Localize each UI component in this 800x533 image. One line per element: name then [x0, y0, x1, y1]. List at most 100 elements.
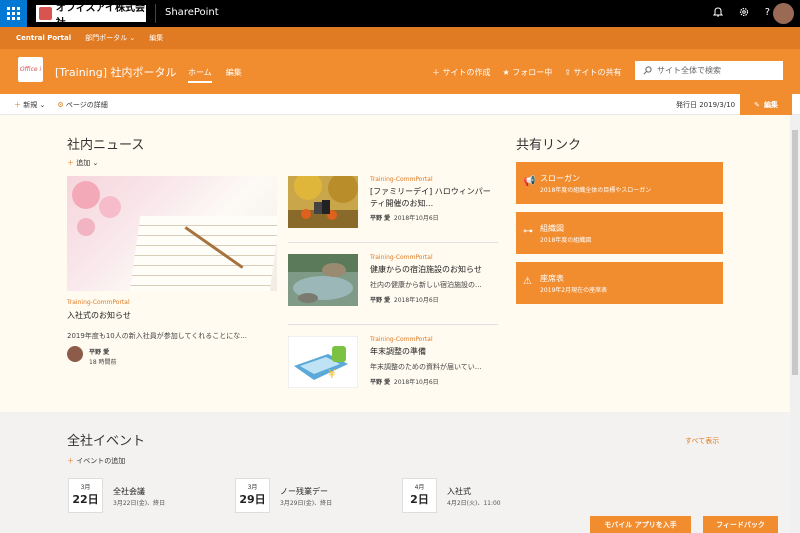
quick-link-subtitle: 2018年度の組織全体の目標やスローガン	[540, 187, 652, 194]
quick-links-heading: 共有リンク	[516, 138, 582, 153]
nav-edit[interactable]: 編集	[226, 67, 242, 83]
star-icon: ★	[502, 68, 510, 77]
news-date: 2018年10月6日	[393, 297, 439, 304]
news-title-line2[interactable]: ティ開催のお知...	[370, 198, 433, 209]
show-all-link[interactable]: すべて表示	[685, 436, 719, 446]
edit-page-button[interactable]: ✎ 編集	[740, 94, 792, 115]
event-day: 29日	[239, 493, 266, 506]
svg-text:¥: ¥	[328, 367, 336, 381]
suite-icons: ?	[712, 7, 770, 20]
hub-item-dept-portal[interactable]: 部門ポータル ⌄	[85, 33, 135, 43]
event-day: 22日	[72, 493, 99, 506]
author-name: 平野 愛	[370, 215, 391, 222]
site-logo[interactable]: Office i	[18, 57, 43, 82]
company-logo[interactable]: オフィスアイ株式会社	[36, 3, 146, 29]
news-date: 2018年10月6日	[393, 215, 439, 222]
command-bar: ＋ 新規 ⌄ ⚙ ページの詳細 発行日 2019/3/10 ✎ 編集	[0, 94, 800, 115]
news-thumb-calculator[interactable]: ¥	[288, 336, 358, 388]
site-nav: ホーム 編集	[188, 67, 242, 83]
add-event-button[interactable]: ＋ イベントの追加	[67, 456, 125, 466]
quick-link-org-chart[interactable]: ⊶ 組織図 2018年度の組織図	[516, 212, 723, 254]
quick-link-title: 組織図	[540, 224, 564, 233]
search-icon	[643, 66, 652, 75]
new-label: 新規	[23, 101, 38, 109]
news-title[interactable]: [ファミリーデイ] ハロウィンパー	[370, 186, 491, 197]
search-placeholder: サイト全体で検索	[657, 66, 721, 75]
event-month: 3月	[247, 484, 258, 491]
plus-icon: ＋	[67, 159, 74, 167]
plus-icon: ＋	[14, 101, 21, 109]
event-month: 4月	[414, 484, 425, 491]
event-date: 4月 2日	[402, 478, 437, 513]
news-title[interactable]: 健康からの宿泊施設のお知らせ	[370, 264, 482, 275]
news-title[interactable]: 年末調整の準備	[370, 346, 426, 357]
site-title[interactable]: [Training] 社内ポータル	[55, 64, 176, 80]
plus-icon: ＋	[67, 457, 74, 465]
hero-news-title[interactable]: 入社式のお知らせ	[67, 310, 131, 321]
company-name: オフィスアイ株式会社	[55, 2, 146, 29]
events-heading: 全社イベント	[67, 434, 146, 449]
share-site-button[interactable]: ⇪ サイトの共有	[564, 67, 621, 78]
user-avatar[interactable]	[773, 3, 794, 24]
gear-icon[interactable]	[739, 7, 749, 20]
page-details-button[interactable]: ⚙ ページの詳細	[57, 100, 107, 110]
quick-link-seating[interactable]: ⚠ 座席表 2019年2月現在の座席表	[516, 262, 723, 304]
published-date: 発行日 2019/3/10	[676, 101, 736, 109]
suite-bar: オフィスアイ株式会社 SharePoint ?	[0, 0, 800, 29]
app-name-link[interactable]: SharePoint	[165, 7, 219, 18]
page-scrollbar[interactable]	[790, 115, 800, 533]
warning-icon: ⚠	[523, 276, 532, 287]
app-launcher-button[interactable]	[0, 0, 27, 27]
hub-title[interactable]: Central Portal	[16, 34, 71, 42]
hero-news-author: 平野 愛	[89, 347, 109, 356]
search-box[interactable]: サイト全体で検索	[635, 61, 783, 80]
site-actions: ＋ サイトの作成 ★ フォロー中 ⇪ サイトの共有	[432, 67, 622, 78]
org-chart-icon: ⊶	[523, 226, 533, 237]
scrollbar-thumb[interactable]	[792, 130, 798, 375]
create-site-label: サイトの作成	[442, 68, 491, 77]
quick-link-slogan[interactable]: 📢 スローガン 2018年度の組織全体の目標やスローガン	[516, 162, 723, 204]
event-title: ノー残業デー	[280, 487, 328, 496]
author-name: 平野 愛	[89, 349, 110, 356]
nav-home[interactable]: ホーム	[188, 67, 212, 83]
hero-news-time: 18 時間前	[89, 359, 117, 366]
blossom-shape	[72, 181, 100, 209]
command-bar-left: ＋ 新規 ⌄ ⚙ ページの詳細	[14, 100, 108, 110]
chevron-down-icon: ⌄	[129, 34, 136, 42]
share-icon: ⇪	[564, 68, 571, 77]
bell-icon[interactable]	[712, 7, 723, 20]
author-name: 平野 愛	[370, 379, 391, 386]
feedback-button[interactable]: フィードバック	[703, 516, 778, 533]
event-date: 3月 29日	[235, 478, 270, 513]
news-thumb-halloween[interactable]	[288, 176, 358, 228]
chevron-down-icon: ⌄	[39, 101, 46, 109]
help-icon[interactable]: ?	[765, 7, 770, 20]
suite-divider	[155, 4, 156, 23]
blossom-shape	[77, 218, 95, 236]
notebook-shape	[129, 216, 277, 291]
gear-icon: ⚙	[57, 101, 64, 109]
news-add-button[interactable]: ＋ 追加 ⌄	[67, 158, 98, 168]
event-time: 3月29日(金)、終日	[280, 500, 333, 507]
following-label: フォロー中	[512, 68, 553, 77]
mobile-app-button[interactable]: モバイル アプリを入手	[590, 516, 691, 533]
hub-nav: Central Portal 部門ポータル ⌄ 編集	[0, 27, 800, 49]
news-source: Training-CommPortal	[370, 336, 433, 343]
quick-link-subtitle: 2019年2月現在の座席表	[540, 287, 608, 294]
hero-news-snippet: 2019年度も10人の新入社員が参加してくれることにな...	[67, 332, 247, 340]
event-month: 3月	[80, 484, 91, 491]
news-meta: 平野 愛 2018年10月6日	[370, 377, 439, 386]
event-title: 全社会議	[113, 487, 145, 496]
news-source: Training-CommPortal	[370, 254, 433, 261]
author-avatar[interactable]	[67, 346, 83, 362]
hero-news-image[interactable]	[67, 176, 277, 291]
new-button[interactable]: ＋ 新規 ⌄	[14, 100, 45, 110]
following-button[interactable]: ★ フォロー中	[503, 67, 553, 78]
company-logo-mark	[39, 7, 52, 20]
hub-item-edit[interactable]: 編集	[149, 33, 163, 43]
create-site-button[interactable]: ＋ サイトの作成	[432, 67, 491, 78]
news-add-label: 追加	[76, 159, 91, 167]
news-thumb-onsen[interactable]	[288, 254, 358, 306]
event-day: 2日	[410, 493, 429, 506]
plus-icon: ＋	[432, 68, 440, 77]
